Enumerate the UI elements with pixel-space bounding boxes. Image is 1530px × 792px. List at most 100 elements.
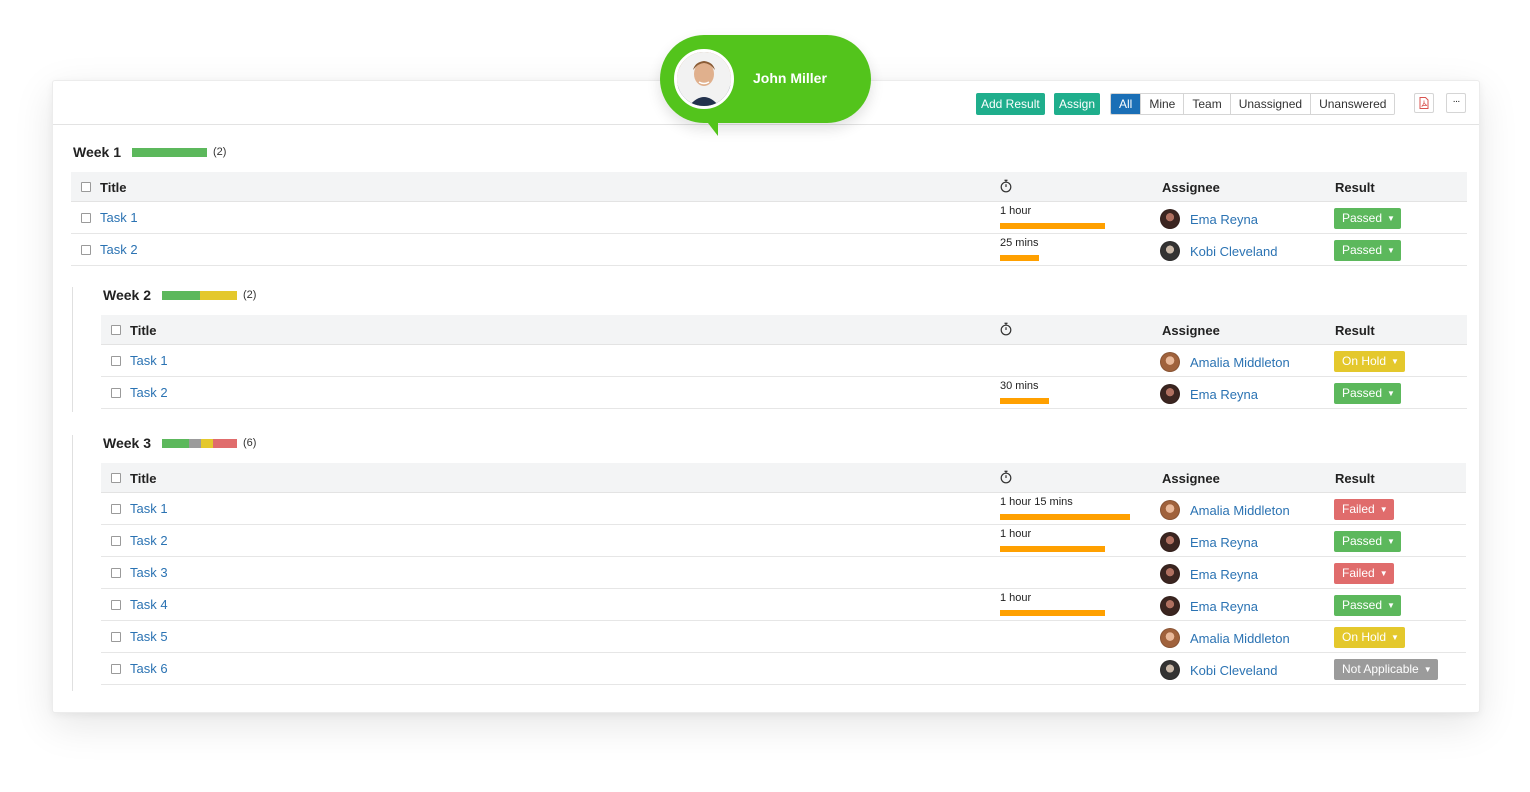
column-title[interactable]: Title <box>130 471 157 486</box>
table-row[interactable]: Task 2 30 mins Ema Reyna Passed ▼ <box>101 377 1467 409</box>
filter-team[interactable]: Team <box>1183 94 1230 114</box>
task-title-link[interactable]: Task 1 <box>100 210 138 225</box>
table-row[interactable]: Task 2 1 hour Ema Reyna Passed ▼ <box>101 525 1466 557</box>
user-bubble: John Miller <box>660 35 871 123</box>
caret-down-icon: ▼ <box>1387 601 1395 610</box>
filter-unanswered[interactable]: Unanswered <box>1310 94 1395 114</box>
result-dropdown[interactable]: Failed ▼ <box>1334 499 1394 520</box>
assignee-link[interactable]: Ema Reyna <box>1160 532 1258 552</box>
row-checkbox[interactable] <box>111 632 121 642</box>
task-title-link[interactable]: Task 2 <box>130 385 168 400</box>
select-all-checkbox[interactable] <box>111 473 121 483</box>
row-checkbox[interactable] <box>111 356 121 366</box>
column-result[interactable]: Result <box>1335 180 1375 195</box>
week-header[interactable]: Week 1 (2) <box>73 143 226 161</box>
task-title-link[interactable]: Task 5 <box>130 629 168 644</box>
task-title-link[interactable]: Task 1 <box>130 501 168 516</box>
column-assignee[interactable]: Assignee <box>1162 180 1220 195</box>
row-checkbox[interactable] <box>111 536 121 546</box>
table-row[interactable]: Task 1 1 hour 15 mins Amalia Middleton Fail… <box>101 493 1466 525</box>
assign-button[interactable]: Assign <box>1054 93 1101 115</box>
result-dropdown[interactable]: Passed ▼ <box>1334 208 1401 229</box>
week-count: (6) <box>243 437 257 449</box>
more-icon: ··· <box>1452 96 1461 107</box>
assignee-name: Amalia Middleton <box>1190 354 1290 370</box>
assignee-link[interactable]: Ema Reyna <box>1160 564 1258 584</box>
assignee-link[interactable]: Ema Reyna <box>1160 596 1258 616</box>
row-checkbox[interactable] <box>111 568 121 578</box>
avatar <box>1160 532 1180 552</box>
task-title-link[interactable]: Task 1 <box>130 353 168 368</box>
week-title: Week 1 <box>73 144 121 160</box>
result-dropdown[interactable]: Not Applicable ▼ <box>1334 659 1438 680</box>
assignee-link[interactable]: Amalia Middleton <box>1160 628 1290 648</box>
avatar <box>1160 352 1180 372</box>
assignee-link[interactable]: Ema Reyna <box>1160 209 1258 229</box>
column-result[interactable]: Result <box>1335 471 1375 486</box>
assignee-link[interactable]: Kobi Cleveland <box>1160 241 1277 261</box>
assignee-link[interactable]: Kobi Cleveland <box>1160 660 1277 680</box>
more-button[interactable]: ··· <box>1446 93 1466 113</box>
time-estimate-bar <box>1000 398 1049 404</box>
row-checkbox[interactable] <box>81 213 91 223</box>
assignee-name: Kobi Cleveland <box>1190 662 1278 678</box>
table-row[interactable]: Task 1 1 hour Ema Reyna Passed ▼ <box>71 202 1467 234</box>
column-assignee[interactable]: Assignee <box>1162 323 1220 338</box>
progress-segment-on-hold <box>201 438 213 448</box>
result-dropdown[interactable]: Passed ▼ <box>1334 240 1401 261</box>
filter-mine[interactable]: Mine <box>1140 94 1184 114</box>
assignee-link[interactable]: Amalia Middleton <box>1160 500 1290 520</box>
result-dropdown[interactable]: On Hold ▼ <box>1334 351 1405 372</box>
task-title-link[interactable]: Task 3 <box>130 565 168 580</box>
row-checkbox[interactable] <box>111 388 121 398</box>
caret-down-icon: ▼ <box>1387 389 1395 398</box>
add-result-button[interactable]: Add Result <box>976 93 1045 115</box>
time-estimate: 30 mins <box>1000 380 1039 392</box>
result-dropdown[interactable]: Passed ▼ <box>1334 531 1401 552</box>
assignee-link[interactable]: Ema Reyna <box>1160 384 1258 404</box>
avatar <box>1160 500 1180 520</box>
assignee-link[interactable]: Amalia Middleton <box>1160 352 1290 372</box>
column-title[interactable]: Title <box>100 180 127 195</box>
caret-down-icon: ▼ <box>1379 505 1388 514</box>
result-dropdown[interactable]: Passed ▼ <box>1334 383 1401 404</box>
table-row[interactable]: Task 2 25 mins Kobi Cleveland Passed ▼ <box>71 234 1467 266</box>
result-label: Failed <box>1342 502 1375 516</box>
result-dropdown[interactable]: On Hold ▼ <box>1334 627 1405 648</box>
week-count: (2) <box>243 289 257 301</box>
result-dropdown[interactable]: Passed ▼ <box>1334 595 1401 616</box>
select-all-checkbox[interactable] <box>81 182 91 192</box>
week-progress-bar <box>162 290 237 300</box>
filter-unassigned[interactable]: Unassigned <box>1229 94 1311 114</box>
pdf-icon <box>1419 97 1429 109</box>
task-title-link[interactable]: Task 4 <box>130 597 168 612</box>
table-row[interactable]: Task 3 Ema Reyna Failed ▼ <box>101 557 1466 589</box>
table-row[interactable]: Task 6 Kobi Cleveland Not Applicable ▼ <box>101 653 1466 685</box>
caret-down-icon: ▼ <box>1391 633 1399 642</box>
week-header[interactable]: Week 3 (6) <box>103 434 256 452</box>
table-row[interactable]: Task 1 Amalia Middleton On Hold ▼ <box>101 345 1467 377</box>
result-label: Failed <box>1342 566 1375 580</box>
time-estimate: 25 mins <box>1000 237 1039 249</box>
task-title-link[interactable]: Task 2 <box>130 533 168 548</box>
task-title-link[interactable]: Task 6 <box>130 661 168 676</box>
time-estimate-bar <box>1000 514 1130 520</box>
result-dropdown[interactable]: Failed ▼ <box>1334 563 1394 584</box>
column-title[interactable]: Title <box>130 323 157 338</box>
row-checkbox[interactable] <box>111 600 121 610</box>
result-label: On Hold <box>1342 354 1387 368</box>
pdf-export-button[interactable] <box>1414 93 1434 113</box>
column-result[interactable]: Result <box>1335 323 1375 338</box>
table-row[interactable]: Task 4 1 hour Ema Reyna Passed ▼ <box>101 589 1466 621</box>
avatar <box>1160 384 1180 404</box>
table-row[interactable]: Task 5 Amalia Middleton On Hold ▼ <box>101 621 1466 653</box>
column-assignee[interactable]: Assignee <box>1162 471 1220 486</box>
select-all-checkbox[interactable] <box>111 325 121 335</box>
row-checkbox[interactable] <box>111 504 121 514</box>
task-title-link[interactable]: Task 2 <box>100 242 138 257</box>
row-checkbox[interactable] <box>111 664 121 674</box>
filter-all[interactable]: All <box>1111 94 1141 114</box>
time-estimate: 1 hour <box>1000 205 1032 217</box>
week-header[interactable]: Week 2 (2) <box>103 286 256 304</box>
row-checkbox[interactable] <box>81 245 91 255</box>
